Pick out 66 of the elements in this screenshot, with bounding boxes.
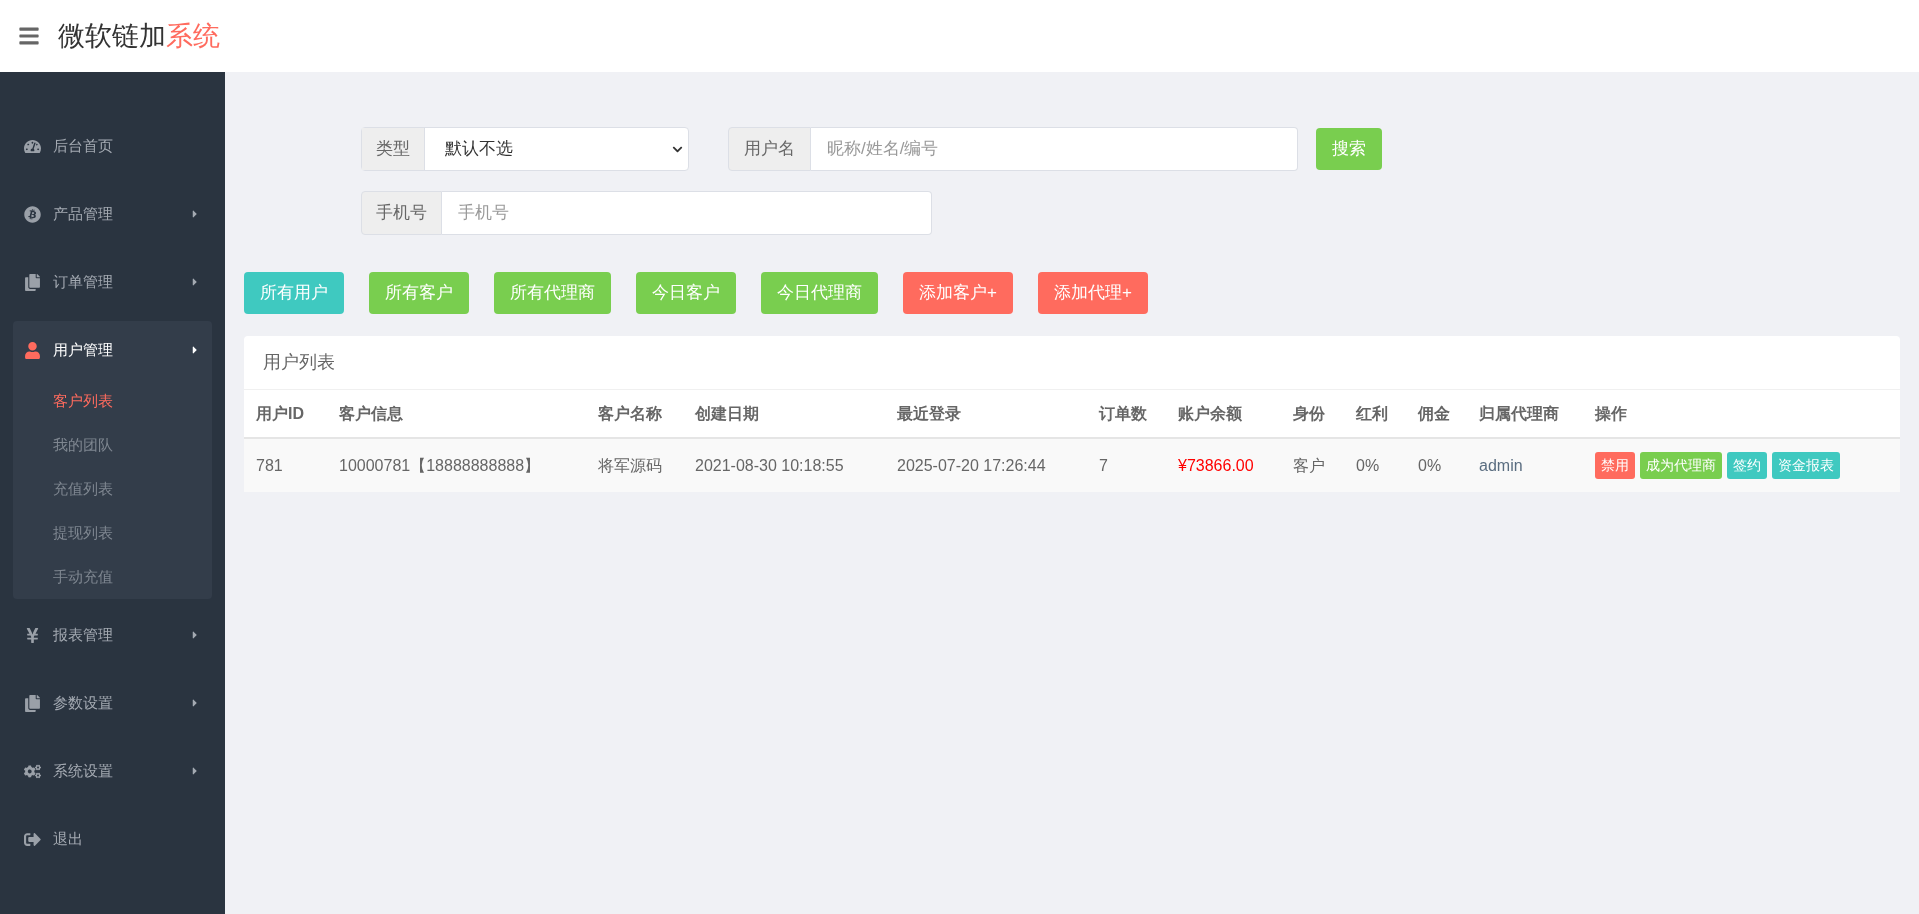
nav-subitem[interactable]: 充值列表 bbox=[53, 477, 113, 501]
nav-subitem[interactable]: 我的团队 bbox=[53, 433, 113, 457]
nav-subitem[interactable]: 提现列表 bbox=[53, 521, 113, 545]
sign-out-icon bbox=[24, 830, 41, 848]
column-header: 创建日期 bbox=[695, 404, 759, 422]
nav-label[interactable]: 退出 bbox=[53, 827, 83, 851]
action-button[interactable]: 资金报表 bbox=[1772, 452, 1840, 479]
table-cell: admin bbox=[1479, 456, 1523, 474]
field-label: 类型 bbox=[362, 128, 425, 170]
filter-button[interactable]: 今日客户 bbox=[636, 272, 736, 314]
table-cell: 2025-07-20 17:26:44 bbox=[897, 456, 1046, 474]
table-cell: ¥73866.00 bbox=[1178, 456, 1254, 474]
nav-label[interactable]: 参数设置 bbox=[53, 691, 113, 715]
action-button[interactable]: 禁用 bbox=[1595, 452, 1635, 479]
site-title: 微软链加系统 bbox=[58, 19, 220, 53]
nav-label[interactable]: 产品管理 bbox=[53, 202, 113, 226]
menu-icon[interactable] bbox=[18, 25, 40, 47]
yen-icon bbox=[24, 626, 41, 644]
table-cell: 将军源码 bbox=[598, 456, 662, 474]
card-title: 用户列表 bbox=[263, 351, 335, 374]
filter-button[interactable]: 添加代理+ bbox=[1037, 272, 1148, 314]
nav-label[interactable]: 报表管理 bbox=[53, 623, 113, 647]
filter-button[interactable]: 所有客户 bbox=[369, 272, 469, 314]
nav-label[interactable]: 用户管理 bbox=[53, 338, 113, 362]
column-header: 佣金 bbox=[1418, 404, 1450, 422]
nav-subitem[interactable]: 客户列表 bbox=[53, 389, 113, 413]
column-header: 红利 bbox=[1356, 404, 1388, 422]
filter-button[interactable]: 添加客户+ bbox=[903, 272, 1013, 314]
filter-button[interactable]: 所有用户 bbox=[244, 272, 344, 314]
column-header: 最近登录 bbox=[897, 404, 961, 422]
field-label: 用户名 bbox=[728, 127, 811, 171]
nav-label[interactable]: 订单管理 bbox=[53, 270, 113, 294]
table-cell: 10000781【18888888888】 bbox=[339, 456, 541, 474]
action-button[interactable]: 成为代理商 bbox=[1640, 452, 1722, 479]
nav-subitem[interactable]: 手动充值 bbox=[53, 565, 113, 589]
column-header: 操作 bbox=[1595, 404, 1627, 422]
documents-icon bbox=[24, 694, 41, 712]
column-header: 订单数 bbox=[1099, 404, 1147, 422]
column-header: 归属代理商 bbox=[1479, 404, 1559, 422]
table-cell: 客户 bbox=[1293, 456, 1325, 474]
username-input[interactable]: 昵称/姓名/编号 bbox=[811, 127, 1298, 171]
column-header: 客户信息 bbox=[339, 404, 403, 422]
table-cell: 0% bbox=[1418, 456, 1442, 474]
action-button[interactable]: 签约 bbox=[1727, 452, 1767, 479]
documents-icon bbox=[24, 273, 41, 291]
type-select[interactable]: 类型 默认不选 bbox=[361, 127, 689, 171]
nav-label[interactable]: 后台首页 bbox=[53, 134, 113, 158]
field-label: 手机号 bbox=[361, 191, 442, 235]
gauge-icon bbox=[24, 137, 41, 155]
table-cell: 2021-08-30 10:18:55 bbox=[695, 456, 844, 474]
nav-label[interactable]: 系统设置 bbox=[53, 759, 113, 783]
column-header: 客户名称 bbox=[598, 404, 662, 422]
table-cell: 0% bbox=[1356, 456, 1380, 474]
table-cell: 781 bbox=[256, 456, 283, 474]
gears-icon bbox=[24, 762, 41, 780]
search-button[interactable]: 搜索 bbox=[1316, 128, 1382, 170]
select-value: 默认不选 bbox=[444, 138, 514, 161]
user-icon bbox=[24, 341, 41, 359]
column-header: 账户余额 bbox=[1178, 404, 1242, 422]
bitcoin-icon bbox=[24, 205, 41, 223]
table-cell: 7 bbox=[1099, 456, 1108, 474]
column-header: 用户ID bbox=[256, 404, 304, 422]
filter-button[interactable]: 所有代理商 bbox=[494, 272, 611, 314]
filter-button[interactable]: 今日代理商 bbox=[761, 272, 878, 314]
phone-input[interactable]: 手机号 bbox=[442, 191, 932, 235]
column-header: 身份 bbox=[1293, 404, 1325, 422]
